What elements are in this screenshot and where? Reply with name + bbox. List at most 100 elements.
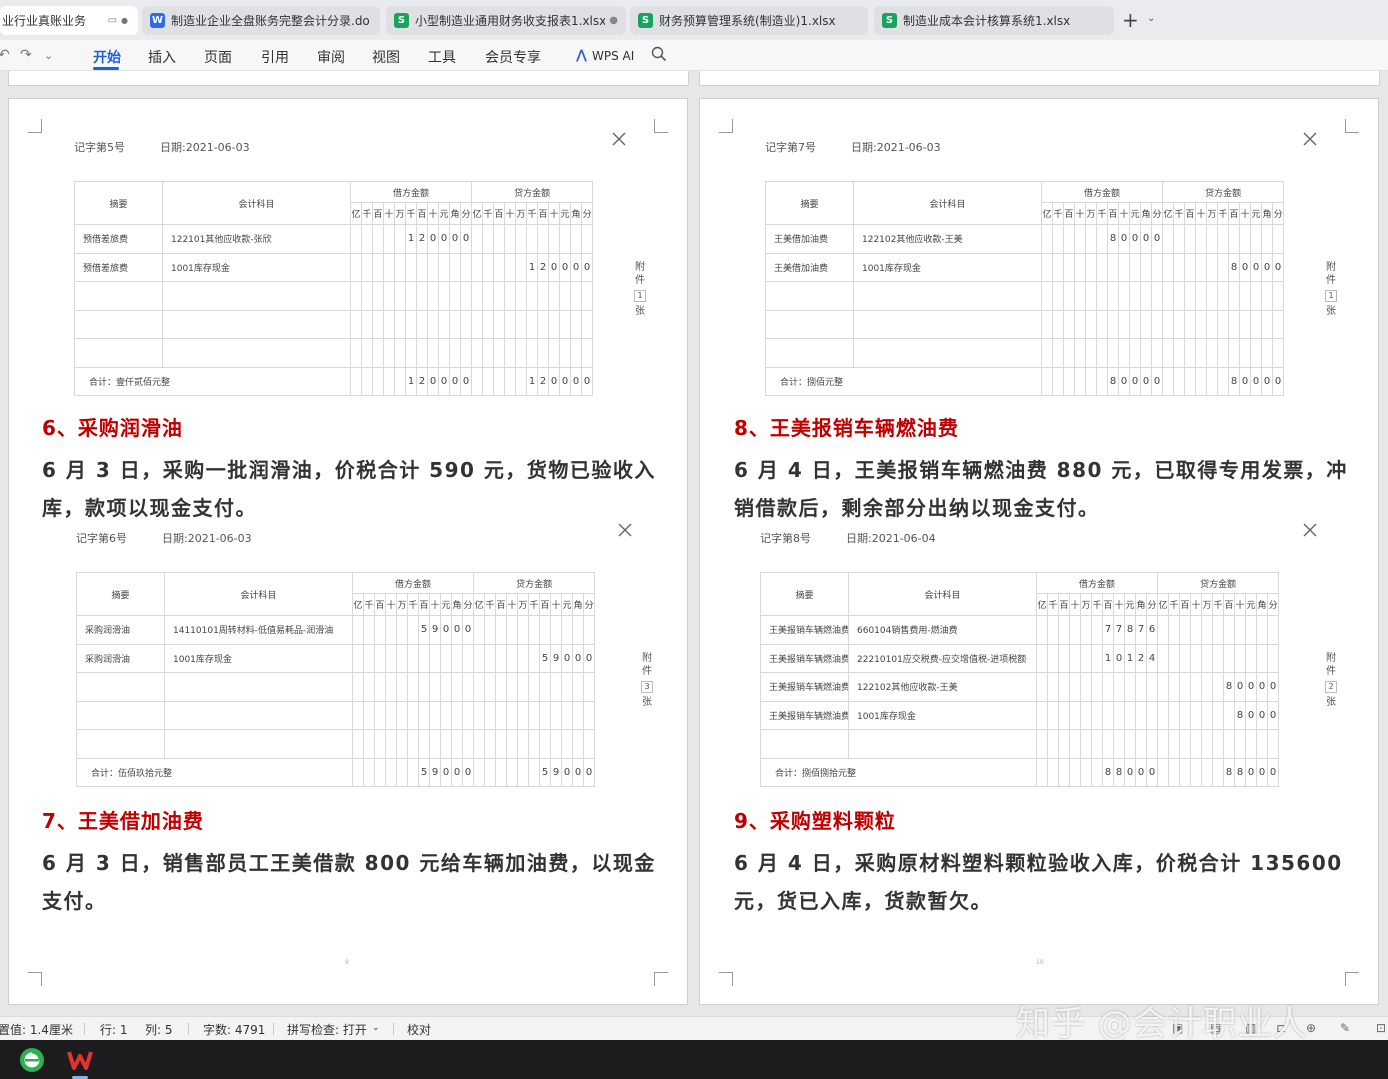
credit-digit xyxy=(495,729,508,759)
tab-word-doc[interactable]: W 制造业企业全盘账务完整会计分录.do xyxy=(142,6,380,35)
credit-digit: 0 xyxy=(570,252,583,282)
debit-digit xyxy=(383,224,395,254)
debit-digit xyxy=(1150,281,1164,311)
total-debit-digit: 8 xyxy=(1107,366,1119,396)
total-credit-digit: 8 xyxy=(1228,366,1241,396)
chevron-down-icon[interactable]: ⌄ xyxy=(44,49,53,62)
document-page-left: 记字第5号 日期:2021-06-03 摘要 会计科目 借方金额 贷方金额亿千百十万千… xyxy=(8,98,688,1005)
unit-header: 千 xyxy=(526,202,539,225)
debit-digit xyxy=(407,615,419,645)
debit-digit: 5 xyxy=(418,615,430,645)
status-line[interactable]: 行: 1 xyxy=(100,1021,128,1038)
total-credit-digit xyxy=(1206,366,1219,396)
menu-insert[interactable]: 插入 xyxy=(148,47,176,67)
total-debit-digit: 1 xyxy=(405,366,417,396)
credit-digit xyxy=(471,309,484,339)
tab-sheet-3[interactable]: S 制造业成本会计核算系统1.xlsx xyxy=(874,6,1114,35)
unit-header: 分 xyxy=(1145,593,1159,616)
unit-header: 千 xyxy=(1173,202,1186,225)
credit-digit xyxy=(1184,309,1197,339)
tab-sheet-1[interactable]: S 小型制造业通用财务收支报表1.xlsx ● xyxy=(386,6,626,35)
search-icon[interactable] xyxy=(651,46,667,62)
total-credit-digit: 0 xyxy=(1272,366,1285,396)
entry-account: 14110101周转材料-低值易耗品-润滑油 xyxy=(164,615,353,645)
credit-digit xyxy=(1173,281,1186,311)
document-area[interactable]: 记字第5号 日期:2021-06-03 摘要 会计科目 借方金额 贷方金额亿千百十万千… xyxy=(0,71,1388,1016)
credit-digit xyxy=(471,224,484,254)
debit-digit xyxy=(1058,700,1070,730)
total-credit-digit: 0 xyxy=(583,757,596,787)
status-separator xyxy=(273,1023,274,1035)
attachment-number: 1 xyxy=(1325,290,1337,302)
menu-reference[interactable]: 引用 xyxy=(261,47,289,67)
tab-dot-icon[interactable]: ● xyxy=(609,15,618,26)
unit-header: 十 xyxy=(504,202,517,225)
tab-label: 小型制造业通用财务收支报表1.xlsx xyxy=(415,14,606,28)
total-debit-digit xyxy=(1058,757,1070,787)
credit-digit xyxy=(1261,224,1274,254)
tab-document-active[interactable]: 业行业真账业务 ▭ ● xyxy=(0,6,138,35)
menu-home[interactable]: 开始 xyxy=(93,47,121,67)
debit-digit: 0 xyxy=(1113,643,1125,673)
entry-account: 1001库存现金 xyxy=(164,643,353,673)
close-icon[interactable] xyxy=(1302,131,1318,147)
credit-digit xyxy=(517,643,530,673)
credit-digit xyxy=(537,309,550,339)
entry-summary xyxy=(765,309,854,339)
page-number: 10 xyxy=(1036,959,1044,966)
chevron-down-icon[interactable]: ⌄ xyxy=(1147,13,1155,24)
menu-member[interactable]: 会员专享 xyxy=(485,47,541,67)
credit-digit xyxy=(482,224,495,254)
credit-digit xyxy=(493,309,506,339)
redo-icon[interactable]: ↷ xyxy=(20,47,32,63)
close-icon[interactable] xyxy=(617,522,633,538)
status-position[interactable]: 置值: 1.4厘米 xyxy=(0,1021,73,1038)
credit-digit xyxy=(559,224,572,254)
menu-tools[interactable]: 工具 xyxy=(428,47,456,67)
ribbon-menu-bar: ↶ ↷ ⌄ 开始 插入 页面 引用 审阅 视图 工具 会员专享 ⋀ WPS AI xyxy=(0,40,1388,71)
watermark-text: 知乎 @会计职业人 xyxy=(1016,1004,1308,1044)
debit-digit xyxy=(1124,700,1136,730)
debit-digit xyxy=(451,729,463,759)
status-spell-check[interactable]: 拼写检查: 打开 xyxy=(287,1021,367,1038)
page-corner-mark xyxy=(719,972,733,986)
status-word-count[interactable]: 字数: 4791 xyxy=(203,1021,265,1038)
pen-icon[interactable]: ✎ xyxy=(1340,1021,1350,1035)
attachment-count: 附件 3 张 xyxy=(640,652,654,709)
debit-digit xyxy=(1107,281,1119,311)
unit-header: 亿 xyxy=(1162,202,1175,225)
wps-ai-button[interactable]: ⋀ WPS AI xyxy=(576,48,634,63)
credit-digit xyxy=(550,729,563,759)
debit-digit xyxy=(429,672,441,702)
entry-account xyxy=(162,309,351,339)
unit-header: 万 xyxy=(1080,593,1092,616)
debit-digit xyxy=(1140,252,1152,282)
total-credit-digit: 0 xyxy=(1267,757,1280,787)
close-icon[interactable] xyxy=(1302,522,1318,538)
credit-digit: 1 xyxy=(526,252,539,282)
debit-digit xyxy=(363,615,375,645)
chevron-down-icon[interactable]: ⌄ xyxy=(372,1023,380,1033)
unit-header: 亿 xyxy=(1036,593,1048,616)
menu-page[interactable]: 页面 xyxy=(204,47,232,67)
menu-view[interactable]: 视图 xyxy=(372,47,400,67)
close-icon[interactable] xyxy=(611,131,627,147)
tab-sheet-2[interactable]: S 财务预算管理系统(制造业)1.xlsx xyxy=(630,6,868,35)
status-column[interactable]: 列: 5 xyxy=(145,1021,173,1038)
menu-review[interactable]: 审阅 xyxy=(317,47,345,67)
debit-digit xyxy=(1091,672,1103,702)
debit-digit xyxy=(1145,700,1159,730)
total-debit-digit: 0 xyxy=(451,757,463,787)
unit-header: 百 xyxy=(1223,593,1236,616)
credit-digit xyxy=(1173,338,1186,368)
wps-app-icon[interactable] xyxy=(64,1044,96,1079)
expand-icon[interactable]: ⊡ xyxy=(1376,1021,1386,1035)
browser-app-icon[interactable] xyxy=(16,1044,48,1076)
credit-digit xyxy=(1184,281,1197,311)
debit-digit xyxy=(383,252,395,282)
page-corner-mark xyxy=(654,972,668,986)
new-tab-plus-icon[interactable]: + xyxy=(1122,9,1139,31)
status-proofread[interactable]: 校对 xyxy=(407,1021,431,1038)
undo-icon[interactable]: ↶ xyxy=(0,47,10,63)
credit-digit xyxy=(493,338,506,368)
